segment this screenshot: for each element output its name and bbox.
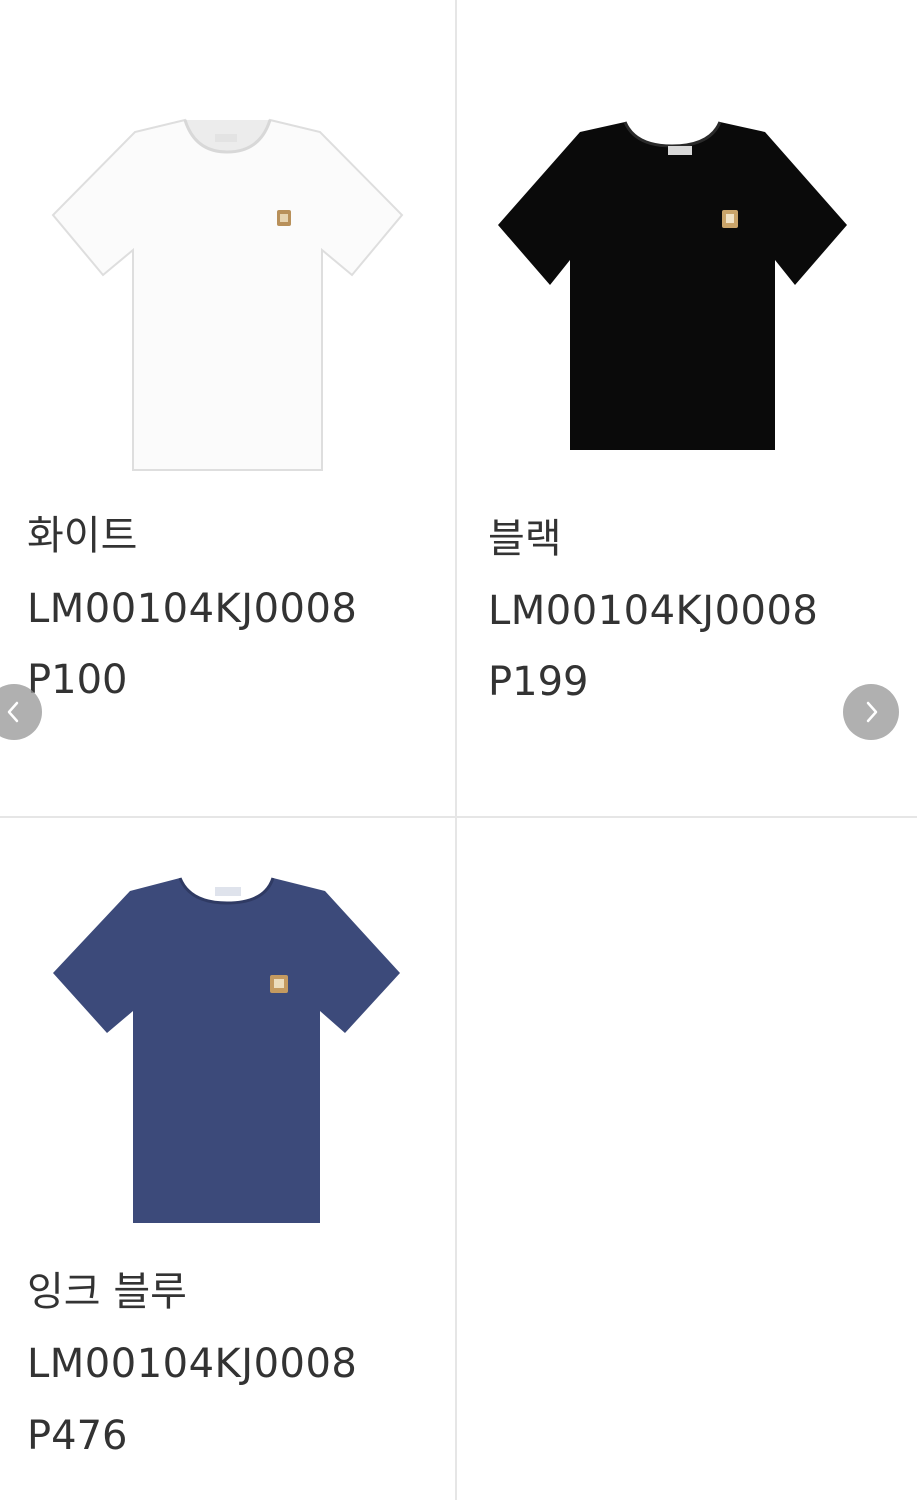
- product-card-ink-blue[interactable]: 잉크 블루 LM00104KJ0008 P476: [0, 818, 457, 1500]
- product-name: 화이트: [27, 513, 138, 559]
- product-card-white[interactable]: 화이트 LM00104KJ0008 P100: [0, 0, 457, 818]
- black-tshirt-icon[interactable]: [490, 110, 855, 455]
- product-name: 블랙: [488, 516, 562, 562]
- chevron-right-icon: [866, 701, 878, 723]
- product-grid: 화이트 LM00104KJ0008 P100 블랙 LM00104KJ0008 …: [0, 0, 917, 1500]
- next-button[interactable]: [843, 684, 899, 740]
- product-code: LM00104KJ0008: [27, 586, 358, 632]
- product-code: LM00104KJ0008: [488, 588, 819, 634]
- empty-grid-cell: [457, 818, 917, 1500]
- white-tshirt-icon[interactable]: [45, 110, 410, 475]
- product-price: P100: [27, 657, 128, 703]
- ink-blue-tshirt-icon[interactable]: [45, 873, 410, 1228]
- product-code: LM00104KJ0008: [27, 1341, 358, 1387]
- chevron-left-icon: [7, 701, 19, 723]
- product-price: P199: [488, 659, 589, 705]
- product-name: 잉크 블루: [27, 1269, 187, 1315]
- product-price: P476: [27, 1413, 128, 1459]
